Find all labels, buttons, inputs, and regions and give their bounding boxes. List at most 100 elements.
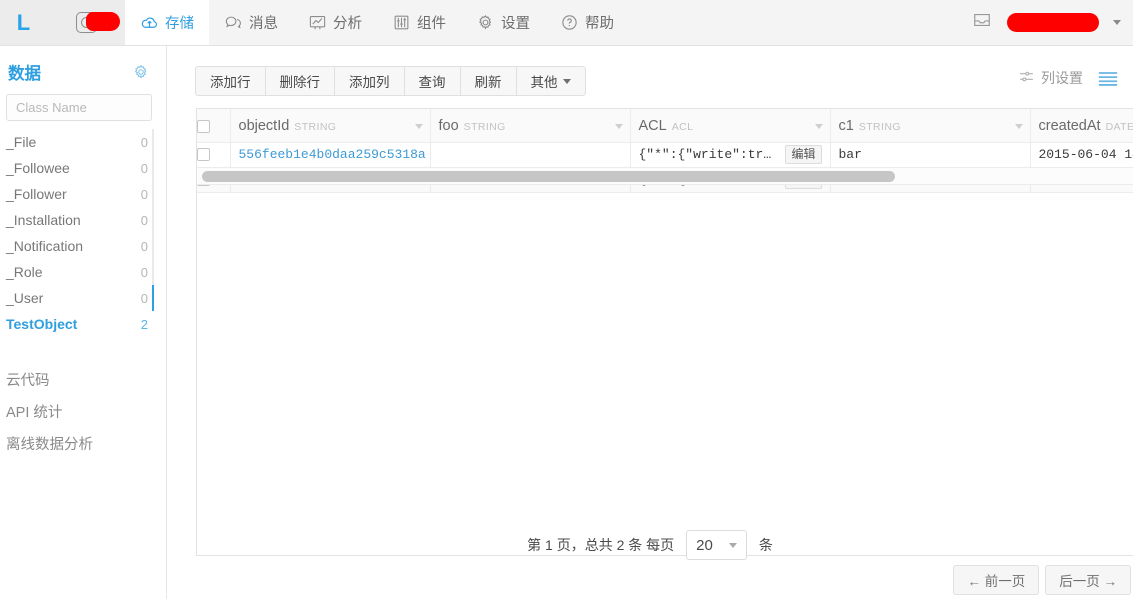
table-row[interactable]: 556feeb1e4b0daa259c5318a {"*":{"write":t… xyxy=(197,142,1133,168)
class-item-file[interactable]: _File 0 xyxy=(0,129,166,155)
next-page-label: 后一页 → xyxy=(1059,574,1117,589)
class-item-user[interactable]: _User 0 xyxy=(0,285,166,311)
delete-row-button[interactable]: 删除行 xyxy=(264,66,334,96)
toolbar-button-group: 添加行 删除行 添加列 查询 刷新 其他 xyxy=(195,66,586,96)
column-header-objectid[interactable]: objectId STRING xyxy=(230,109,431,143)
horizontal-scrollbar[interactable] xyxy=(197,168,1133,185)
cell-c1[interactable]: bar xyxy=(830,142,1031,168)
delete-row-label: 删除行 xyxy=(279,75,321,90)
top-navigation-bar: L 存储 消息 分析 组件 设置 帮助 xyxy=(0,0,1133,46)
chevron-down-icon[interactable] xyxy=(614,124,623,129)
data-table-panel: objectId STRING foo STRING ACL ACL c1 STRING xyxy=(196,108,1133,556)
chevron-down-icon[interactable] xyxy=(414,124,423,129)
class-item-followee[interactable]: _Followee 0 xyxy=(0,155,166,181)
sidebar-item-label: 云代码 xyxy=(6,372,50,389)
chevron-down-icon xyxy=(562,78,571,84)
row-checkbox[interactable] xyxy=(197,148,210,162)
acl-value: {"*":{"write":true,"… xyxy=(638,147,779,162)
previous-page-button[interactable]: ← 前一页 xyxy=(953,565,1040,595)
class-item-count: 0 xyxy=(140,134,148,150)
nav-tab-settings[interactable]: 设置 xyxy=(461,0,545,45)
class-item-label: _Followee xyxy=(6,160,70,176)
column-type: DATE xyxy=(1105,120,1133,133)
scrollbar-thumb[interactable] xyxy=(202,171,895,182)
redacted-app-name xyxy=(86,12,120,31)
class-item-count: 0 xyxy=(140,212,148,228)
sidebar-links: 云代码 API 统计 离线数据分析 xyxy=(0,363,166,459)
sidebar-item-offline-analysis[interactable]: 离线数据分析 xyxy=(0,427,166,459)
chevron-down-icon[interactable] xyxy=(814,124,823,129)
class-item-count: 0 xyxy=(140,238,148,254)
toolbar-right-group: 列设置 xyxy=(1018,68,1119,88)
pagination-summary: 第 1 页，总共 2 条 每页 20 条 xyxy=(167,530,1133,560)
add-row-label: 添加行 xyxy=(210,75,251,90)
more-label: 其他 xyxy=(530,75,558,90)
nav-tab-messages[interactable]: 消息 xyxy=(209,0,293,45)
query-label: 查询 xyxy=(418,75,446,90)
nav-tab-analytics-label: 分析 xyxy=(333,16,362,32)
class-item-testobject[interactable]: TestObject 2 xyxy=(0,311,166,337)
table-header-row: objectId STRING foo STRING ACL ACL c1 STRING xyxy=(197,109,1133,143)
class-list-rail xyxy=(152,129,154,311)
nav-tab-settings-label: 设置 xyxy=(501,16,530,32)
add-column-button[interactable]: 添加列 xyxy=(334,66,404,96)
class-item-label: _Role xyxy=(6,264,43,280)
pagination-buttons: ← 前一页 后一页 → xyxy=(953,565,1133,595)
class-item-label: _File xyxy=(6,134,37,150)
chevron-down-icon xyxy=(728,542,737,548)
page-size-select[interactable]: 20 xyxy=(686,530,747,560)
query-button[interactable]: 查询 xyxy=(403,66,460,96)
chevron-down-icon[interactable] xyxy=(1014,124,1023,129)
next-page-button[interactable]: 后一页 → xyxy=(1045,565,1131,595)
class-item-count: 0 xyxy=(140,160,148,176)
row-select-cell xyxy=(197,142,231,168)
rows-list-icon[interactable] xyxy=(1097,70,1119,87)
column-header-c1[interactable]: c1 STRING xyxy=(830,109,1031,143)
pagination-unit: 条 xyxy=(758,537,773,553)
column-header-foo[interactable]: foo STRING xyxy=(430,109,631,143)
class-item-follower[interactable]: _Follower 0 xyxy=(0,181,166,207)
refresh-button[interactable]: 刷新 xyxy=(459,66,516,96)
class-name-search-input[interactable] xyxy=(6,94,152,121)
column-header-acl[interactable]: ACL ACL xyxy=(630,109,831,143)
cell-createdat[interactable]: 2015-06-04 14 xyxy=(1030,142,1133,168)
class-item-role[interactable]: _Role 0 xyxy=(0,259,166,285)
sidebar-header: 数据 xyxy=(0,46,166,92)
chevron-down-icon[interactable] xyxy=(1113,20,1121,25)
cell-acl[interactable]: {"*":{"write":true,"… 编辑 xyxy=(630,142,831,168)
class-item-label: _Follower xyxy=(6,186,67,202)
nav-right-group xyxy=(971,0,1133,45)
column-name: c1 xyxy=(838,117,854,134)
column-settings-button[interactable]: 列设置 xyxy=(1018,68,1083,88)
cell-foo[interactable] xyxy=(430,142,631,168)
nav-tab-components-label: 组件 xyxy=(417,16,446,32)
column-header-createdat[interactable]: createdAt DATE xyxy=(1030,109,1133,143)
column-name: objectId xyxy=(238,117,290,134)
class-item-label: TestObject xyxy=(6,316,78,332)
add-column-label: 添加列 xyxy=(349,75,390,90)
class-item-count: 0 xyxy=(140,186,148,202)
more-dropdown-button[interactable]: 其他 xyxy=(515,66,586,96)
cell-objectid[interactable]: 556feeb1e4b0daa259c5318a xyxy=(230,142,431,168)
nav-tab-components[interactable]: 组件 xyxy=(377,0,461,45)
sidebar-item-api-stats[interactable]: API 统计 xyxy=(0,395,166,427)
app-switcher[interactable] xyxy=(47,0,125,45)
class-item-notification[interactable]: _Notification 0 xyxy=(0,233,166,259)
sidebar-item-cloud-code[interactable]: 云代码 xyxy=(0,363,166,395)
gear-icon[interactable] xyxy=(132,63,150,81)
logo[interactable]: L xyxy=(0,0,47,45)
pagination-text: 第 1 页，总共 2 条 每页 xyxy=(527,537,675,553)
question-circle-icon xyxy=(560,13,579,32)
main-content: 添加行 删除行 添加列 查询 刷新 其他 列设置 objectId STRING… xyxy=(167,46,1133,599)
class-item-count: 2 xyxy=(140,316,148,332)
select-all-checkbox[interactable] xyxy=(197,120,210,134)
class-item-installation[interactable]: _Installation 0 xyxy=(0,207,166,233)
nav-tab-help-label: 帮助 xyxy=(585,16,614,32)
redacted-account-name[interactable] xyxy=(1007,13,1099,32)
inbox-tray-icon[interactable] xyxy=(971,10,993,35)
acl-edit-button[interactable]: 编辑 xyxy=(785,145,822,164)
add-row-button[interactable]: 添加行 xyxy=(195,66,265,96)
nav-tab-storage[interactable]: 存储 xyxy=(125,0,209,45)
nav-tab-analytics[interactable]: 分析 xyxy=(293,0,377,45)
nav-tab-help[interactable]: 帮助 xyxy=(545,0,629,45)
